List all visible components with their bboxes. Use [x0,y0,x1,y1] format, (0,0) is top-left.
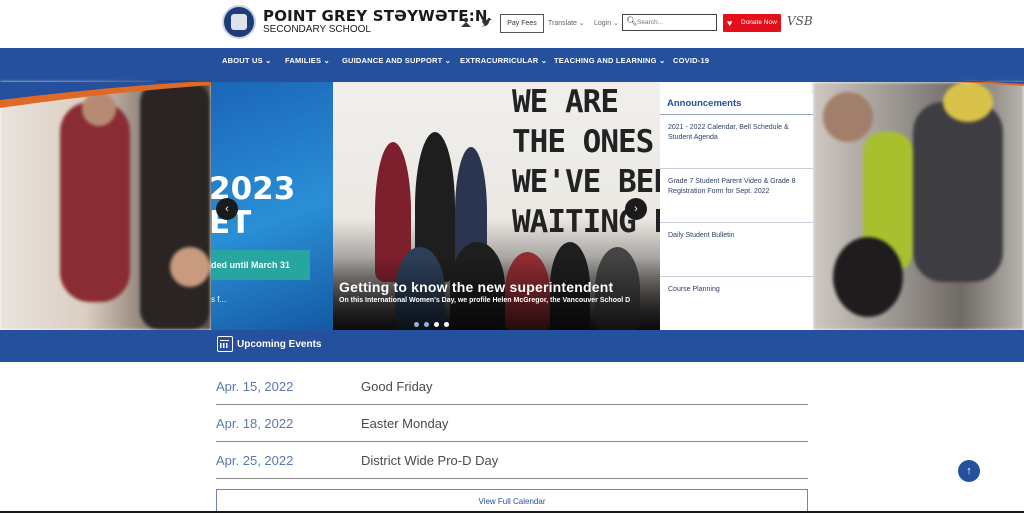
arrow-up-icon: ↑ [966,465,972,477]
school-subtitle: SECONDARY SCHOOL [263,24,371,35]
hero-slider: 2023 ET ded until March 31 s f... WE ARE … [211,82,660,330]
upcoming-events-header: Upcoming Events [0,330,1024,362]
announcement-item[interactable]: Grade 7 Student Parent Video & Grade 8 R… [660,169,813,223]
event-date: Apr. 15, 2022 [216,379,294,394]
announcement-item[interactable]: Course Planning [660,277,813,330]
slider-dot-active[interactable] [434,322,439,327]
slider-dot[interactable] [424,322,429,327]
slide-prev-caption: s f... [211,295,227,304]
upcoming-events-title: Upcoming Events [237,339,322,350]
announcement-item[interactable]: 2021 - 2022 Calendar, Bell Schedule & St… [660,115,813,169]
event-row[interactable]: Apr. 18, 2022 Easter Monday [216,405,808,442]
event-row[interactable]: Apr. 15, 2022 Good Friday [216,368,808,405]
announcement-item[interactable]: Daily Student Bulletin [660,223,813,277]
view-full-calendar-button[interactable]: View Full Calendar [216,489,808,513]
event-row[interactable]: Apr. 25, 2022 District Wide Pro-D Day [216,442,808,479]
translate-dropdown[interactable]: Translate ⌄ [548,19,585,27]
slider-dots [414,314,454,330]
community-icon[interactable] [460,17,472,31]
search-icon[interactable]: 🔍︎ [626,16,637,27]
announcements-panel: Announcements 2021 - 2022 Calendar, Bell… [660,94,813,330]
nav-families[interactable]: FAMILIES ⌄ [285,56,330,65]
heart-icon: ♥ [727,18,733,28]
nav-teaching-learning[interactable]: TEACHING AND LEARNING ⌄ [554,56,665,65]
calendar-icon [217,336,233,352]
nav-about-us[interactable]: ABOUT US ⌄ [222,56,272,65]
event-date: Apr. 25, 2022 [216,453,294,468]
vsb-logo[interactable]: VSB [787,14,813,28]
donate-button[interactable]: ♥ Donate Now [723,14,781,32]
nav-guidance-support[interactable]: GUIDANCE AND SUPPORT ⌄ [342,56,451,65]
announcements-title: Announcements [667,98,742,109]
slider-dot[interactable] [414,322,419,327]
nav-extracurricular[interactable]: EXTRACURRICULAR ⌄ [460,56,547,65]
event-name[interactable]: Good Friday [361,379,433,394]
pay-fees-button[interactable]: Pay Fees [500,14,544,33]
slider-next-arrow[interactable]: › [625,198,647,220]
slider-dot[interactable] [444,322,449,327]
search-box[interactable]: 🔍︎ [622,14,717,31]
slider-prev-arrow[interactable]: ‹ [216,198,238,220]
event-name[interactable]: District Wide Pro-D Day [361,453,498,468]
school-crest-logo[interactable] [222,5,256,39]
event-date: Apr. 18, 2022 [216,416,294,431]
donate-label: Donate Now [741,19,777,26]
school-name[interactable]: POINT GREY STƏYWƏTE:N [263,7,488,25]
twitter-icon[interactable] [481,17,493,31]
back-to-top-button[interactable]: ↑ [958,460,980,482]
slide-title[interactable]: Getting to know the new superintendent [339,279,613,295]
slide-description: On this International Women's Day, we pr… [339,297,631,304]
nav-covid-19[interactable]: COVID-19 [673,56,709,65]
slide-prev-tag: ded until March 31 [211,250,310,280]
login-dropdown[interactable]: Login ⌄ [594,19,619,27]
hero-background-right [813,82,1024,330]
site-header: POINT GREY STƏYWƏTE:N SECONDARY SCHOOL P… [0,0,1024,49]
search-input[interactable] [637,17,712,28]
event-name[interactable]: Easter Monday [361,416,448,431]
hero-background-left [0,82,211,330]
